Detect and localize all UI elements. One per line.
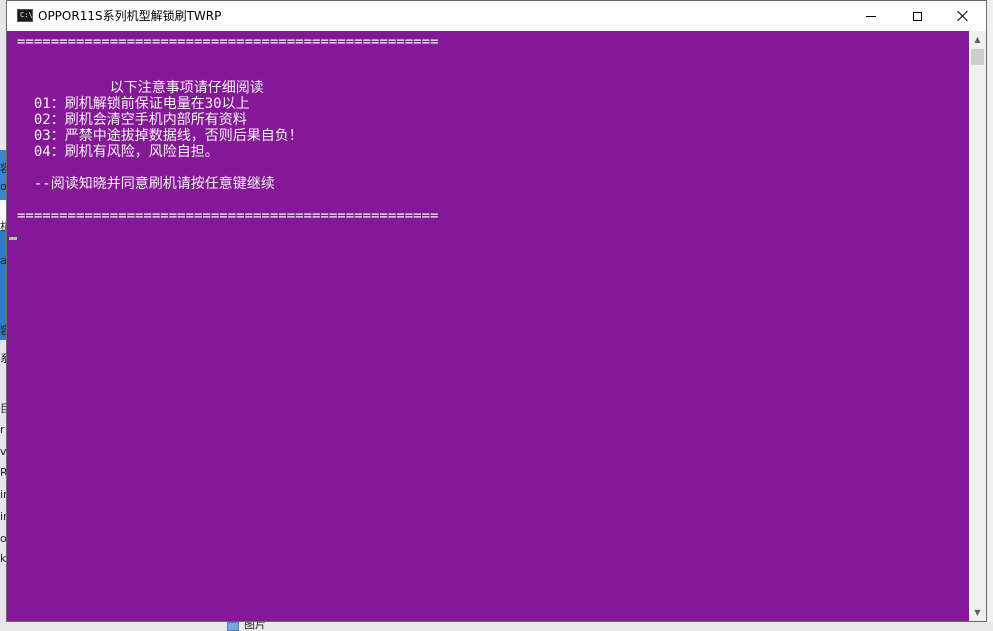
- app-icon-label: C:\: [20, 11, 33, 19]
- minimize-button[interactable]: [848, 1, 894, 31]
- console-output-area[interactable]: ========================================…: [7, 31, 969, 621]
- close-icon: [957, 10, 969, 22]
- vertical-scrollbar[interactable]: ▲ ▼: [969, 31, 986, 621]
- console-line: ========================================…: [17, 208, 439, 224]
- close-button[interactable]: [940, 1, 986, 31]
- title-bar[interactable]: C:\ OPPOR11S系列机型解锁刷TWRP: [7, 1, 986, 31]
- console-line: 01：刷机解锁前保证电量在30以上: [17, 96, 250, 112]
- console-line: 02：刷机会清空手机内部所有资料: [17, 112, 247, 128]
- console-line: 03：严禁中途拔掉数据线，否则后果自负！: [17, 128, 303, 144]
- maximize-button[interactable]: [894, 1, 940, 31]
- console-window: C:\ OPPOR11S系列机型解锁刷TWRP ================…: [6, 0, 987, 622]
- console-line: --阅读知晓并同意刷机请按任意键继续: [17, 176, 275, 192]
- minimize-icon: [866, 15, 876, 17]
- folder-icon: [227, 622, 239, 631]
- background-explorer-strip: [0, 622, 993, 631]
- console-cursor: [9, 237, 17, 240]
- window-title: OPPOR11S系列机型解锁刷TWRP: [38, 9, 222, 23]
- scroll-down-arrow-icon[interactable]: ▼: [969, 604, 986, 621]
- cmd-app-icon[interactable]: C:\: [17, 9, 33, 22]
- console-line: ========================================…: [17, 34, 439, 50]
- maximize-icon: [912, 11, 922, 21]
- scroll-thumb[interactable]: [971, 49, 984, 65]
- console-line: 以下注意事项请仔细阅读: [17, 80, 264, 96]
- scroll-up-arrow-icon[interactable]: ▲: [969, 31, 986, 48]
- console-line: 04：刷机有风险，风险自担。: [17, 144, 219, 160]
